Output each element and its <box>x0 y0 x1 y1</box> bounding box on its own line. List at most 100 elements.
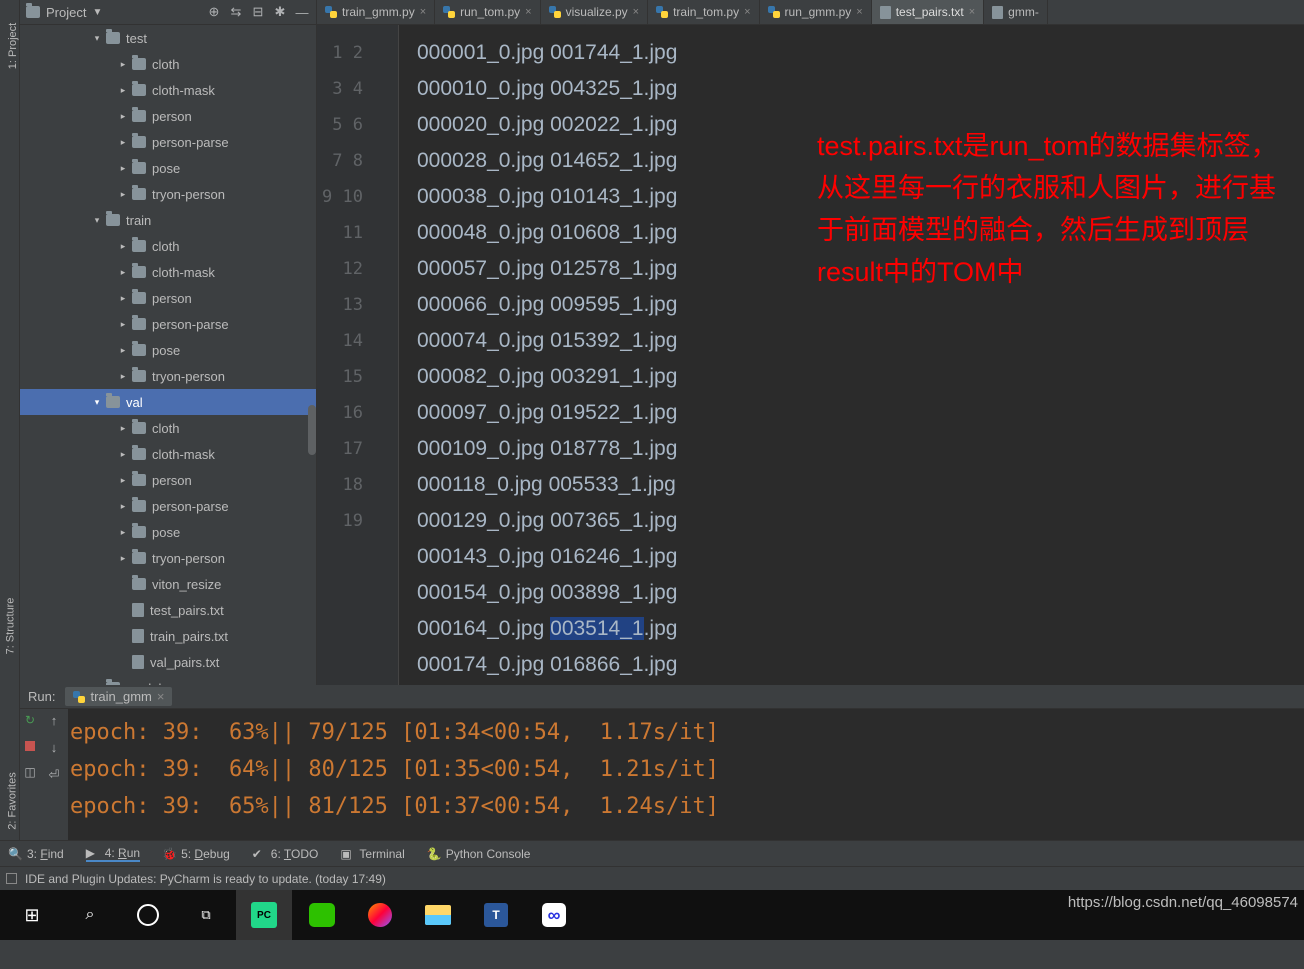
close-icon[interactable]: × <box>157 689 165 704</box>
tree-row[interactable]: ▸cloth <box>20 233 316 259</box>
run-config-tab[interactable]: train_gmm × <box>65 687 172 706</box>
sidebar-tab-favorites[interactable]: 2: Favorites <box>7 772 19 829</box>
close-icon[interactable]: × <box>856 6 862 18</box>
expand-arrow-icon[interactable]: ▾ <box>92 397 102 408</box>
expand-arrow-icon[interactable]: ▸ <box>118 241 128 252</box>
project-label[interactable]: Project <box>46 5 86 20</box>
hide-icon[interactable]: — <box>294 4 310 20</box>
tree-row[interactable]: ▸person <box>20 103 316 129</box>
taskview-button[interactable]: ⧉ <box>178 890 234 940</box>
bottom-tool[interactable]: 🐍Python Console <box>427 847 531 861</box>
layout-icon[interactable]: ◫ <box>23 765 37 779</box>
bottom-tool[interactable]: 🐞5: Debug <box>162 847 230 861</box>
up-icon[interactable]: ↑ <box>51 713 58 728</box>
tree-row[interactable]: ▸tryon-person <box>20 545 316 571</box>
editor-tab[interactable]: test_pairs.txt× <box>872 0 984 24</box>
tree-row[interactable]: ▸cloth-mask <box>20 77 316 103</box>
tree-row[interactable]: ▸cloth <box>20 51 316 77</box>
run-console[interactable]: epoch: 39: 63%|| 79/125 [01:34<00:54, 1.… <box>68 709 1304 840</box>
tree-row[interactable]: ▾train <box>20 207 316 233</box>
expand-arrow-icon[interactable]: ▸ <box>118 553 128 564</box>
tree-row[interactable]: ▸model <box>20 675 316 685</box>
expand-arrow-icon[interactable]: ▸ <box>118 137 128 148</box>
wechat-taskbar[interactable] <box>294 890 350 940</box>
chevron-down-icon[interactable]: ▼ <box>92 7 102 18</box>
rerun-icon[interactable]: ↻ <box>23 713 37 727</box>
expand-arrow-icon[interactable]: ▸ <box>118 111 128 122</box>
editor-tab[interactable]: train_gmm.py× <box>317 0 435 24</box>
expand-arrow-icon[interactable]: ▸ <box>118 345 128 356</box>
tree-row[interactable]: ▸cloth-mask <box>20 259 316 285</box>
down-icon[interactable]: ↓ <box>51 740 58 755</box>
sidebar-tab-structure[interactable]: 7: Structure <box>4 598 16 655</box>
search-button[interactable]: ⌕ <box>62 890 118 940</box>
bottom-tool[interactable]: ✔6: TODO <box>252 847 319 861</box>
project-tree[interactable]: ▾test▸cloth▸cloth-mask▸person▸person-par… <box>20 25 316 685</box>
expand-arrow-icon[interactable]: ▸ <box>118 449 128 460</box>
expand-arrow-icon[interactable]: ▸ <box>118 501 128 512</box>
tree-row[interactable]: ▸person-parse <box>20 311 316 337</box>
expand-arrow-icon[interactable]: ▸ <box>118 293 128 304</box>
expand-arrow-icon[interactable]: ▸ <box>118 319 128 330</box>
tree-row[interactable]: test_pairs.txt <box>20 597 316 623</box>
expand-arrow-icon[interactable]: ▸ <box>118 527 128 538</box>
tree-row[interactable]: ▸person <box>20 467 316 493</box>
tree-row[interactable]: ▸person <box>20 285 316 311</box>
expand-arrow-icon[interactable]: ▸ <box>92 683 102 686</box>
tree-row[interactable]: ▸pose <box>20 519 316 545</box>
close-icon[interactable]: × <box>420 6 426 18</box>
word-taskbar[interactable]: T <box>468 890 524 940</box>
editor-tab[interactable]: run_tom.py× <box>435 0 540 24</box>
expand-arrow-icon[interactable]: ▸ <box>118 85 128 96</box>
expand-arrow-icon[interactable]: ▸ <box>118 267 128 278</box>
close-icon[interactable]: × <box>969 6 975 18</box>
tree-row[interactable]: ▸tryon-person <box>20 181 316 207</box>
expand-arrow-icon[interactable]: ▾ <box>92 215 102 226</box>
tree-scrollbar[interactable] <box>308 405 316 455</box>
close-icon[interactable]: × <box>633 6 639 18</box>
firefox-taskbar[interactable] <box>352 890 408 940</box>
expand-icon[interactable]: ⇆ <box>228 4 244 20</box>
tree-row[interactable]: ▸cloth <box>20 415 316 441</box>
tree-row[interactable]: ▸tryon-person <box>20 363 316 389</box>
expand-arrow-icon[interactable]: ▸ <box>118 475 128 486</box>
collapse-icon[interactable]: ⊟ <box>250 4 266 20</box>
expand-arrow-icon[interactable]: ▸ <box>118 371 128 382</box>
tree-row[interactable]: viton_resize <box>20 571 316 597</box>
bottom-tool[interactable]: ▣Terminal <box>340 847 404 861</box>
tree-row[interactable]: ▸person-parse <box>20 493 316 519</box>
editor-tab[interactable]: train_tom.py× <box>648 0 759 24</box>
expand-arrow-icon[interactable]: ▸ <box>118 189 128 200</box>
editor-tab[interactable]: run_gmm.py× <box>760 0 872 24</box>
baidu-taskbar[interactable]: ∞ <box>526 890 582 940</box>
tree-row[interactable]: train_pairs.txt <box>20 623 316 649</box>
sidebar-tab-project[interactable]: 1: Project <box>7 23 19 69</box>
tree-row[interactable]: ▸person-parse <box>20 129 316 155</box>
gear-icon[interactable]: ✱ <box>272 4 288 20</box>
wrap-icon[interactable]: ⏎ <box>49 767 60 783</box>
expand-arrow-icon[interactable]: ▸ <box>118 59 128 70</box>
editor-tab[interactable]: gmm- <box>984 0 1048 24</box>
target-icon[interactable]: ⊕ <box>206 4 222 20</box>
tree-row[interactable]: ▸cloth-mask <box>20 441 316 467</box>
tree-row[interactable]: ▾val <box>20 389 316 415</box>
tree-row[interactable]: ▸pose <box>20 155 316 181</box>
pycharm-taskbar[interactable]: PC <box>236 890 292 940</box>
bottom-tool[interactable]: ▶4: Run <box>86 846 140 862</box>
explorer-taskbar[interactable] <box>410 890 466 940</box>
cortana-button[interactable] <box>120 890 176 940</box>
expand-arrow-icon[interactable]: ▾ <box>92 33 102 44</box>
tree-row[interactable]: ▸pose <box>20 337 316 363</box>
start-button[interactable]: ⊞ <box>4 890 60 940</box>
editor-tab[interactable]: visualize.py× <box>541 0 648 24</box>
expand-arrow-icon[interactable]: ▸ <box>118 423 128 434</box>
expand-arrow-icon[interactable]: ▸ <box>118 163 128 174</box>
status-icon[interactable] <box>6 873 17 884</box>
stop-button[interactable] <box>23 739 37 753</box>
tree-row[interactable]: val_pairs.txt <box>20 649 316 675</box>
close-icon[interactable]: × <box>525 6 531 18</box>
bottom-tool[interactable]: 🔍3: Find <box>8 847 64 861</box>
code-content[interactable]: 000001_0.jpg 001744_1.jpg000010_0.jpg 00… <box>399 25 1304 685</box>
tree-row[interactable]: ▾test <box>20 25 316 51</box>
close-icon[interactable]: × <box>744 6 750 18</box>
